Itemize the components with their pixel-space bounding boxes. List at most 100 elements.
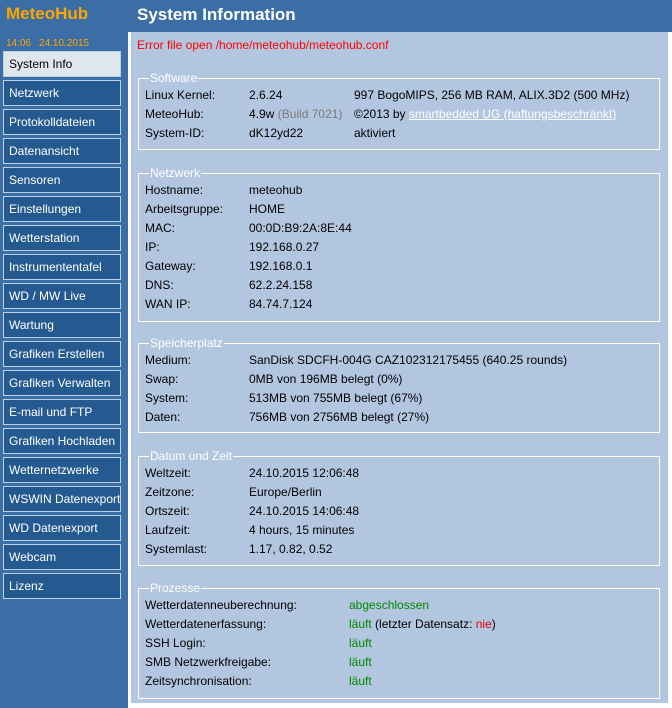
table-row: Systemlast: 1.17, 0.82, 0.52 <box>145 539 359 558</box>
nav-item-grafiken-verwalten[interactable]: Grafiken Verwalten <box>3 370 121 396</box>
storage-value: 0MB von 196MB belegt (0%) <box>249 371 403 386</box>
table-row: Gateway: 192.168.0.1 <box>145 256 352 275</box>
network-section: Netzwerk Hostname: meteohub Arbeitsgruppe… <box>138 166 660 322</box>
storage-label: Swap: <box>145 371 179 386</box>
process-label: SSH Login: <box>145 635 206 650</box>
process-note-suffix: ) <box>491 616 496 631</box>
table-row: DNS: 62.2.24.158 <box>145 275 352 294</box>
process-status: läuft <box>349 616 372 631</box>
process-note-value: nie <box>475 616 492 631</box>
process-label: Wetterdatenneuberechnung: <box>145 597 297 612</box>
datetime-value: 24.10.2015 14:06:48 <box>249 503 360 518</box>
table-row: System: 513MB von 755MB belegt (67%) <box>145 388 567 407</box>
nav-item-einstellungen[interactable]: Einstellungen <box>3 196 121 222</box>
error-message: Error file open /home/meteohub/meteohub.… <box>137 38 389 52</box>
process-status: läuft <box>349 635 372 650</box>
storage-legend: Speicherplatz <box>150 336 223 350</box>
software-section: Software Linux Kernel: 2.6.24 997 BogoMI… <box>138 71 660 150</box>
nav-item-wd-datenexport[interactable]: WD Datenexport <box>3 515 121 541</box>
meteohub-label: MeteoHub: <box>145 106 204 121</box>
nav-item-lizenz[interactable]: Lizenz <box>3 573 121 599</box>
meteohub-build: (Build 7021) <box>277 106 343 121</box>
table-row: Swap: 0MB von 196MB belegt (0%) <box>145 369 567 388</box>
table-row: IP: 192.168.0.27 <box>145 237 352 256</box>
datetime-label: Weltzeit: <box>145 465 191 480</box>
processes-legend: Prozesse <box>150 581 201 595</box>
clock-time: 14:06 <box>6 38 32 49</box>
storage-value: SanDisk SDCFH-004G CAZ102312175455 (640.… <box>249 352 568 367</box>
nav-item-system-info[interactable]: System Info <box>3 51 121 77</box>
storage-value: 513MB von 755MB belegt (67%) <box>249 390 423 405</box>
network-value: 192.168.0.27 <box>249 239 320 254</box>
processes-section: Prozesse Wetterdatenneuberechnung: abgesc… <box>138 581 660 699</box>
process-label: Zeitsynchronisation: <box>145 673 252 688</box>
datetime-legend: Datum und Zeit <box>150 449 233 463</box>
network-label: Hostname: <box>145 182 204 197</box>
nav-item-netzwerk[interactable]: Netzwerk <box>3 80 121 106</box>
table-row: Ortszeit: 24.10.2015 14:06:48 <box>145 501 359 520</box>
nav-item-wswin-datenexport[interactable]: WSWIN Datenexport <box>3 486 121 512</box>
nav-item-sensoren[interactable]: Sensoren <box>3 167 121 193</box>
table-row: Wetterdatenneuberechnung: abgeschlossen <box>145 595 496 614</box>
sysid-status: aktiviert <box>354 125 396 140</box>
sidebar: MeteoHub 14:06 24.10.2015 System Info Net… <box>0 0 128 708</box>
main-content: Error file open /home/meteohub/meteohub.… <box>131 32 668 703</box>
table-row: SSH Login: läuft <box>145 633 496 652</box>
kernel-value: 2.6.24 <box>249 87 283 102</box>
datetime-label: Ortszeit: <box>145 503 190 518</box>
table-row: WAN IP: 84.74.7.124 <box>145 294 352 313</box>
datetime-label: Zeitzone: <box>145 484 195 499</box>
table-row: Daten: 756MB von 2756MB belegt (27%) <box>145 407 567 426</box>
network-value: 62.2.24.158 <box>249 277 313 292</box>
table-row: MeteoHub: 4.9w (Build 7021) ©2013 by sma… <box>145 104 629 123</box>
nav-item-instrumententafel[interactable]: Instrumententafel <box>3 254 121 280</box>
table-row: Zeitsynchronisation: läuft <box>145 671 496 690</box>
table-row: Laufzeit: 4 hours, 15 minutes <box>145 520 359 539</box>
storage-value: 756MB von 2756MB belegt (27%) <box>249 409 430 424</box>
smartbedded-link[interactable]: smartbedded UG (haftungsbeschränkt) <box>409 107 616 121</box>
app-logo: MeteoHub <box>6 4 89 23</box>
nav-item-webcam[interactable]: Webcam <box>3 544 121 570</box>
datetime-label: Laufzeit: <box>145 522 191 537</box>
copyright-prefix: ©2013 by <box>354 106 406 121</box>
meteohub-version: 4.9w <box>249 106 275 121</box>
nav-item-grafiken-erstellen[interactable]: Grafiken Erstellen <box>3 341 121 367</box>
nav-item-protokolldateien[interactable]: Protokolldateien <box>3 109 121 135</box>
process-status: abgeschlossen <box>349 597 430 612</box>
storage-table: Medium: SanDisk SDCFH-004G CAZ10231217545… <box>145 350 567 426</box>
processes-table: Wetterdatenneuberechnung: abgeschlossen W… <box>145 595 496 690</box>
meteohub-version-cell: 4.9w (Build 7021) <box>249 104 354 123</box>
copyright-cell: ©2013 by smartbedded UG (haftungsbeschrä… <box>354 104 629 123</box>
network-label: Arbeitsgruppe: <box>145 201 224 216</box>
table-row: Hostname: meteohub <box>145 180 352 199</box>
table-row: Medium: SanDisk SDCFH-004G CAZ10231217545… <box>145 350 567 369</box>
datetime-value: 1.17, 0.82, 0.52 <box>249 541 333 556</box>
clock: 14:06 24.10.2015 <box>6 38 97 49</box>
process-status-cell: läuft (letzter Datensatz: nie) <box>349 614 496 633</box>
nav-item-wetternetzwerke[interactable]: Wetternetzwerke <box>3 457 121 483</box>
nav-item-email-und-ftp[interactable]: E-mail und FTP <box>3 399 121 425</box>
network-value: 00:0D:B9:2A:8E:44 <box>249 220 352 235</box>
table-row: Linux Kernel: 2.6.24 997 BogoMIPS, 256 M… <box>145 85 629 104</box>
page-header: System Information <box>128 0 672 32</box>
table-row: Zeitzone: Europe/Berlin <box>145 482 359 501</box>
process-status: läuft <box>349 673 372 688</box>
kernel-info: 997 BogoMIPS, 256 MB RAM, ALIX.3D2 (500 … <box>354 87 630 102</box>
nav-item-datenansicht[interactable]: Datenansicht <box>3 138 121 164</box>
network-legend: Netzwerk <box>150 166 201 180</box>
nav-item-wetterstation[interactable]: Wetterstation <box>3 225 121 251</box>
datetime-table: Weltzeit: 24.10.2015 12:06:48 Zeitzone: Eu… <box>145 463 359 558</box>
nav-item-wartung[interactable]: Wartung <box>3 312 121 338</box>
page-title: System Information <box>137 5 296 24</box>
datetime-value: 24.10.2015 12:06:48 <box>249 465 360 480</box>
nav-item-wd-mw-live[interactable]: WD / MW Live <box>3 283 121 309</box>
nav-item-grafiken-hochladen[interactable]: Grafiken Hochladen <box>3 428 121 454</box>
storage-label: System: <box>145 390 189 405</box>
sysid-value: dK12yd22 <box>249 125 304 140</box>
network-table: Hostname: meteohub Arbeitsgruppe: HOME MAC… <box>145 180 352 313</box>
process-status: läuft <box>349 654 372 669</box>
table-row: SMB Netzwerkfreigabe: läuft <box>145 652 496 671</box>
sysid-label: System-ID: <box>145 125 205 140</box>
storage-label: Medium: <box>145 352 192 367</box>
network-value: 192.168.0.1 <box>249 258 313 273</box>
